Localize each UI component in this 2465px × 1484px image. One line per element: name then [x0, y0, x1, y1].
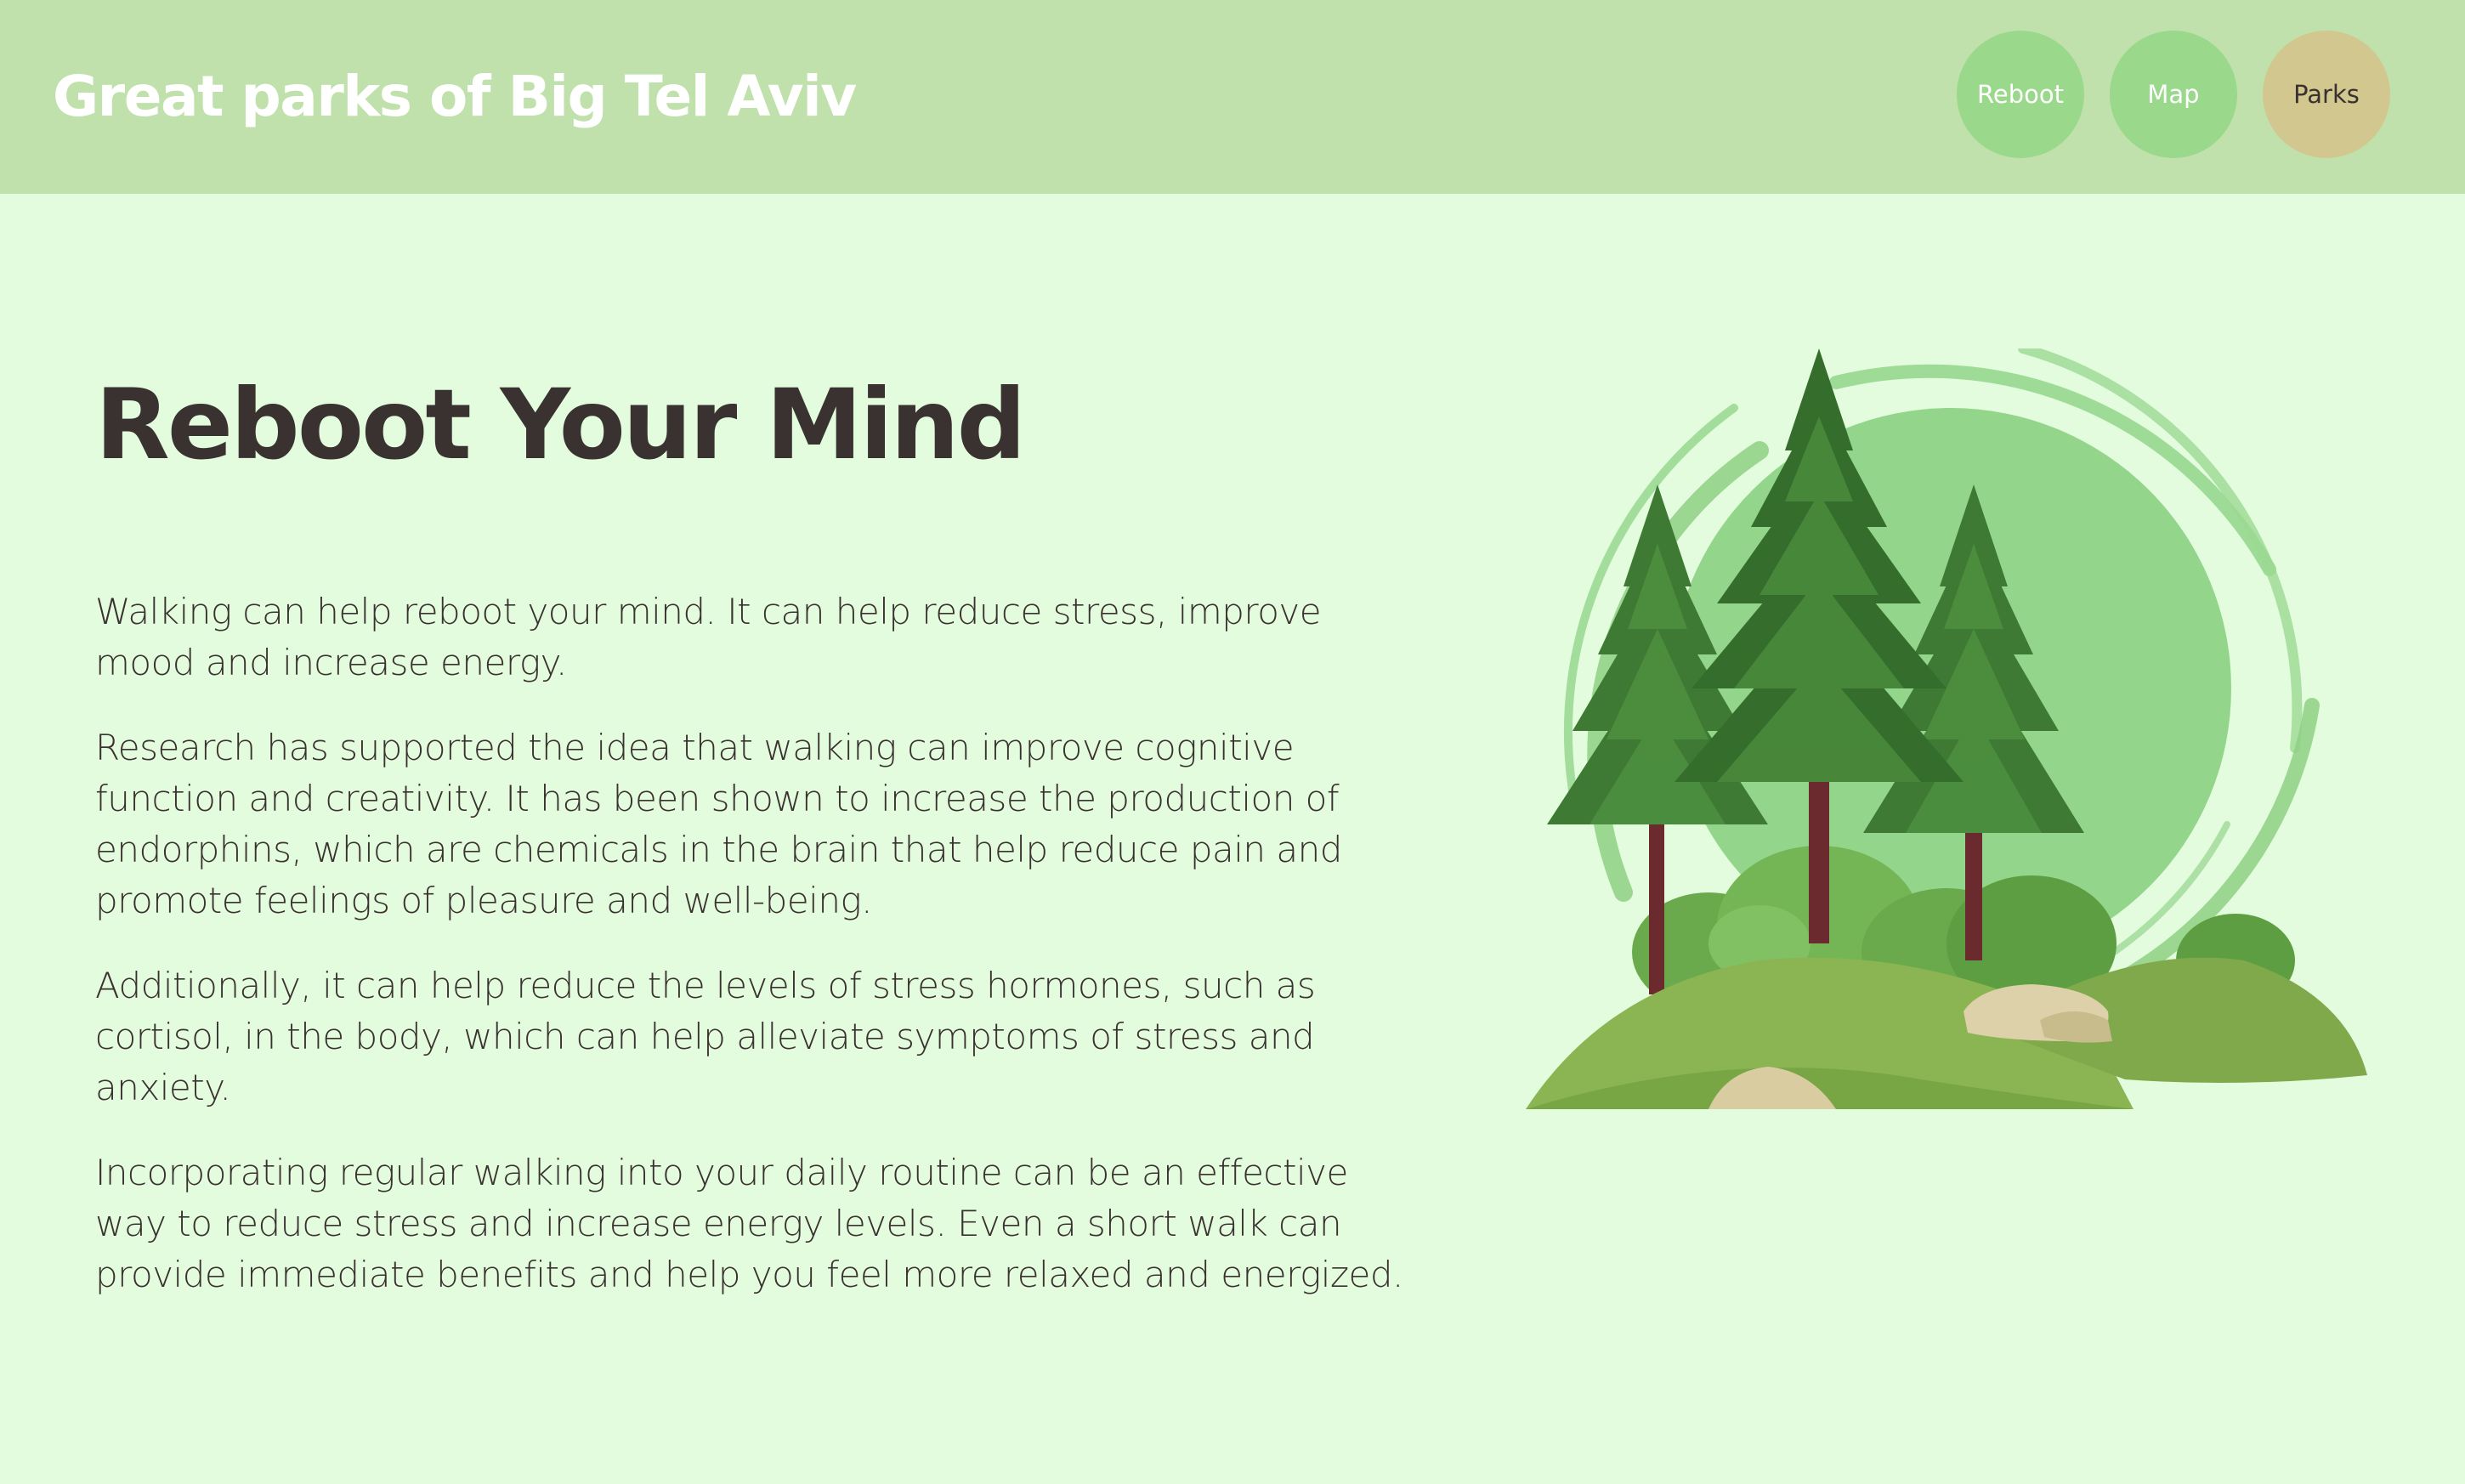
page-title: Reboot Your Mind: [95, 368, 1026, 481]
site-header: Great parks of Big Tel Aviv Reboot Map P…: [0, 0, 2465, 194]
pine-trees-illustration: [1479, 343, 2380, 1113]
paragraph-2: Research has supported the idea that wal…: [95, 727, 1342, 921]
paragraph-4: Incorporating regular walking into your …: [95, 1152, 1403, 1295]
main-content: Reboot Your Mind Walking can help reboot…: [95, 357, 1404, 1334]
article-body: Walking can help reboot your mind. It ca…: [95, 586, 1404, 1300]
main-nav: Reboot Map Parks: [1957, 31, 2390, 158]
site-title[interactable]: Great parks of Big Tel Aviv: [53, 56, 857, 138]
paragraph-3: Additionally, it can help reduce the lev…: [95, 965, 1316, 1108]
nav-button-map[interactable]: Map: [2110, 31, 2237, 158]
paragraph-1: Walking can help reboot your mind. It ca…: [95, 591, 1322, 683]
nav-button-parks[interactable]: Parks: [2263, 31, 2390, 158]
nav-button-reboot[interactable]: Reboot: [1957, 31, 2084, 158]
